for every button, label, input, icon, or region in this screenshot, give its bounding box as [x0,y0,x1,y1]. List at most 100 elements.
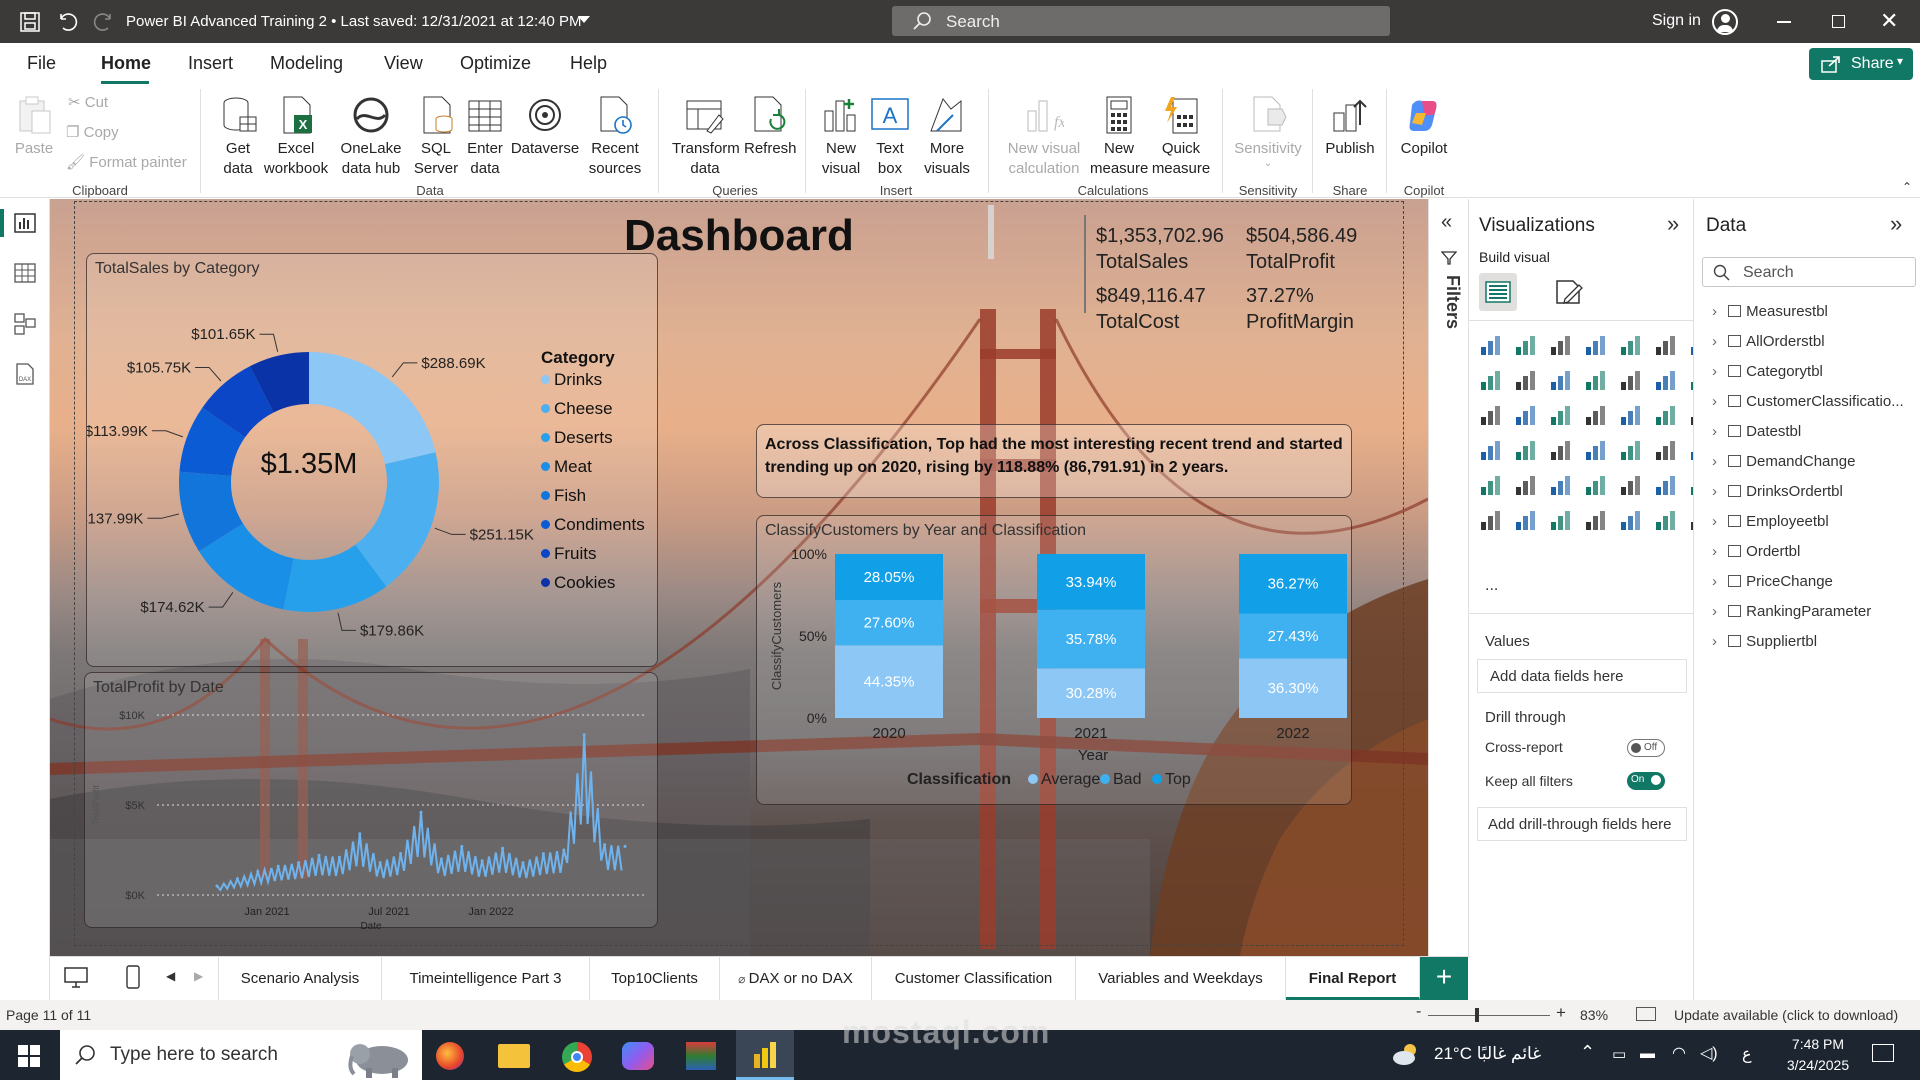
microsoft-365-icon[interactable] [622,1042,654,1070]
search-input[interactable]: Search [892,6,1390,36]
volume-icon[interactable]: ◁) [1700,1043,1718,1063]
scatter-visual-icon[interactable] [1514,403,1538,427]
line-and-stacked-column-visual-icon[interactable] [1584,368,1608,392]
weather-text[interactable]: 21°C غائم غالبًا [1434,1044,1541,1064]
python-visual-icon[interactable] [1549,473,1573,497]
r-script-visual-icon[interactable] [1514,473,1538,497]
legend-item[interactable]: Meat [541,457,592,477]
zoom-in-button[interactable]: + [1556,1003,1566,1023]
text-box-button[interactable]: A Text box [868,95,912,179]
chrome-icon[interactable] [562,1042,592,1072]
menu-help[interactable]: Help [570,53,607,74]
pie-visual-icon[interactable] [1549,403,1573,427]
get-data-button[interactable]: Get data [212,95,264,179]
smart-narrative[interactable]: Across Classification, Top had the most … [756,424,1352,498]
new-visual-button[interactable]: New visual [816,95,866,179]
dataverse-button[interactable]: Dataverse [510,95,580,159]
taskbar-search[interactable]: Type here to search [60,1030,422,1080]
arcgis-visual-icon[interactable] [1619,508,1643,532]
keep-all-filters-toggle[interactable]: On [1627,772,1665,790]
tab-top10clients[interactable]: Top10Clients [590,957,720,1000]
zoom-out-button[interactable]: - [1416,1003,1421,1021]
legend-item[interactable]: Cheese [541,399,613,419]
legend-item[interactable]: Drinks [541,370,602,390]
menu-optimize[interactable]: Optimize [460,53,531,74]
zoom-slider[interactable] [1428,1015,1550,1016]
menu-home[interactable]: Home [101,53,151,74]
format-visual-icon[interactable] [1553,277,1583,307]
decomposition-tree-visual-icon[interactable] [1619,473,1643,497]
add-page-button[interactable]: + [1420,957,1468,1000]
slicer-visual-icon[interactable] [1654,438,1678,462]
stacked-bar-visual-icon[interactable] [1479,333,1503,357]
data-table-item[interactable]: › Ordertbl [1712,543,1800,560]
device-icon[interactable]: ▭ [1612,1045,1626,1063]
data-table-item[interactable]: › RankingParameter [1712,603,1871,620]
menu-file[interactable]: File [27,53,56,74]
data-table-item[interactable]: › AllOrderstbl [1712,333,1825,350]
firefox-icon[interactable] [436,1042,464,1070]
wifi-icon[interactable]: ◠ [1672,1043,1686,1063]
new-measure-button[interactable]: New measure [1090,95,1148,179]
legend-item[interactable]: Condiments [541,515,645,535]
treemap-visual-icon[interactable] [1619,403,1643,427]
minimize-icon[interactable] [1777,21,1791,23]
line-chart-visual[interactable]: TotalProfit by Date $0K $5K $10K Jan 2021 Ju… [84,672,658,929]
document-title[interactable]: Power BI Advanced Training 2 • Last save… [126,13,582,30]
collapse-data-icon[interactable]: » [1890,211,1902,237]
battery-icon[interactable]: ▬ [1640,1045,1655,1062]
data-table-item[interactable]: › Suppliertbl [1712,633,1817,650]
matrix-visual-icon[interactable] [1479,473,1503,497]
quick-measure-button[interactable]: Quick measure [1150,95,1212,179]
donut-chart-visual[interactable]: TotalSales by Category $288.69K $251.15K $… [86,253,658,667]
card-visual-icon[interactable] [1549,438,1573,462]
tab-customer-classification[interactable]: Customer Classification [872,957,1076,1000]
cut-button[interactable]: ✂ Cut [68,93,108,111]
format-painter-button[interactable]: 🖌 Format painter [66,153,187,171]
recent-sources-button[interactable]: Recent sources [584,95,646,179]
enter-data-button[interactable]: Enter data [462,95,508,179]
data-table-item[interactable]: › Categorytbl [1712,363,1823,380]
new-visual-calculation-button[interactable]: fxNew visual calculation [998,95,1090,179]
show-hidden-icons[interactable]: ⌃ [1580,1042,1595,1063]
data-table-item[interactable]: › Datestbl [1712,423,1801,440]
legend-item[interactable]: Cookies [541,573,615,593]
zoom-level[interactable]: 83% [1580,1007,1608,1023]
publish-button[interactable]: Publish [1322,95,1378,159]
tab-final-report[interactable]: Final Report [1286,957,1420,1000]
sign-in-link[interactable]: Sign in [1652,12,1701,30]
dax-query-view-icon[interactable]: DAX [14,363,36,385]
update-available-link[interactable]: Update available (click to download) [1674,1007,1898,1023]
account-icon[interactable] [1712,9,1738,35]
data-table-item[interactable]: › PriceChange [1712,573,1833,590]
map-visual-icon[interactable] [1654,403,1678,427]
data-table-item[interactable]: › Measurestbl [1712,303,1828,320]
qa-visual-icon[interactable] [1654,473,1678,497]
key-influencers-visual-icon[interactable] [1584,473,1608,497]
data-table-item[interactable]: › CustomerClassificatio... [1712,393,1904,410]
file-explorer-icon[interactable] [498,1044,530,1068]
report-view-icon[interactable] [14,213,36,233]
filters-pane[interactable]: « Filters [1428,199,1468,1000]
paginated-visual-icon[interactable] [1514,508,1538,532]
share-button[interactable]: Share ▾ [1809,48,1913,80]
build-visual-tab[interactable] [1479,273,1517,311]
stacked-column-visual[interactable]: ClassifyCustomers by Year and Classifica… [756,515,1352,805]
onelake-data-hub-button[interactable]: OneLake data hub [332,95,410,179]
stacked-column-visual-icon[interactable] [1514,333,1538,357]
legend-item[interactable]: Fish [541,486,586,506]
data-table-item[interactable]: › DrinksOrdertbl [1712,483,1843,500]
input-language[interactable]: ع [1742,1044,1752,1064]
report-canvas[interactable]: Dashboard $1,353,702.96 TotalSales $504,… [50,199,1428,956]
scroll-tabs-right-icon[interactable]: ▶ [194,969,203,983]
tab-scenario-analysis[interactable]: Scenario Analysis [218,957,382,1000]
power-bi-taskbar-button[interactable] [736,1030,794,1080]
expand-filters-icon[interactable]: « [1441,211,1452,234]
excel-workbook-button[interactable]: X Excel workbook [262,95,330,179]
paste-button[interactable]: Paste [14,95,54,159]
menu-modeling[interactable]: Modeling [270,53,343,74]
more-visuals-button[interactable]: More visuals [918,95,976,179]
area-visual-icon[interactable] [1479,368,1503,392]
sql-server-button[interactable]: SQL Server [410,95,462,179]
scroll-tabs-left-icon[interactable]: ◀ [166,969,175,983]
